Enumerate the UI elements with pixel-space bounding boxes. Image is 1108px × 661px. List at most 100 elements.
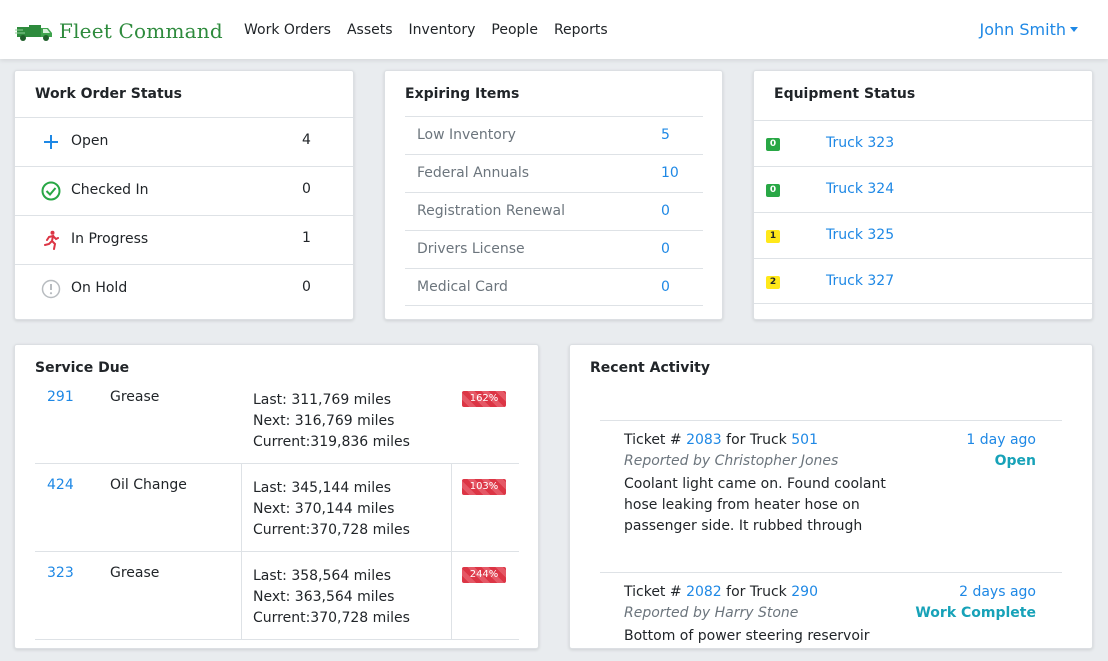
recent-activity-card: Recent Activity Ticket # 2083 for Truck … — [569, 344, 1093, 649]
nav-inventory[interactable]: Inventory — [409, 22, 476, 38]
wo-row-in-progress[interactable]: In Progress 1 — [15, 215, 353, 264]
for-truck-text: for Truck — [726, 584, 787, 600]
overdue-percent-badge: 244% — [462, 567, 506, 583]
column-divider — [451, 463, 452, 639]
wo-count: 0 — [302, 181, 311, 197]
equipment-status-card: Equipment Status 0 Truck 323 0 Truck 324… — [753, 70, 1093, 320]
unit-link[interactable]: 291 — [47, 389, 74, 405]
plus-icon — [41, 132, 61, 152]
expiring-label: Federal Annuals — [417, 165, 530, 181]
ticket-line: Ticket # 2082 for Truck 290 — [624, 584, 818, 600]
row-divider — [35, 463, 519, 464]
ticket-link[interactable]: 2082 — [686, 584, 722, 600]
reported-by: Reported by Christopher Jones — [624, 453, 839, 469]
activity-description: Coolant light came on. Found coolant hos… — [624, 476, 886, 534]
row-divider — [35, 551, 519, 552]
equipment-status-badge: 0 — [766, 184, 780, 197]
expiring-row: Medical Card 0 — [405, 268, 703, 306]
expiring-row: Registration Renewal 0 — [405, 192, 703, 230]
nav-people[interactable]: People — [491, 22, 538, 38]
activity-status: Work Complete — [915, 605, 1036, 621]
activity-description: Bottom of power steering reservoir — [624, 628, 870, 644]
activity-divider — [600, 572, 1062, 573]
brand-logo[interactable]: Fleet Command — [15, 17, 223, 45]
truck-link[interactable]: Truck 323 — [826, 135, 894, 151]
activity-time: 1 day ago — [966, 432, 1036, 448]
mileage-info: Last: 358,564 miles Next: 363,564 miles … — [253, 566, 410, 629]
expiring-label: Medical Card — [417, 279, 508, 295]
wo-label: On Hold — [71, 280, 128, 296]
equipment-status-badge: 1 — [766, 230, 780, 243]
next-miles: Next: 316,769 miles — [253, 413, 395, 429]
wo-count: 4 — [302, 132, 311, 148]
work-order-status-card: Work Order Status Open 4 Checked In 0 In… — [14, 70, 354, 320]
expiring-count-link[interactable]: 5 — [661, 127, 670, 143]
equipment-row: 1 Truck 325 — [754, 212, 1092, 258]
user-menu-dropdown[interactable]: John Smith — [980, 20, 1078, 39]
expiring-count-link[interactable]: 10 — [661, 165, 679, 181]
service-row: 323 Grease Last: 358,564 miles Next: 363… — [35, 563, 519, 648]
expiring-count-link[interactable]: 0 — [661, 241, 670, 257]
truck-link[interactable]: 290 — [791, 584, 818, 600]
activity-divider — [600, 420, 1062, 421]
expiring-row: Federal Annuals 10 — [405, 154, 703, 192]
wo-count: 0 — [302, 279, 311, 295]
expiring-count-link[interactable]: 0 — [661, 203, 670, 219]
unit-link[interactable]: 323 — [47, 565, 74, 581]
last-miles: Last: 358,564 miles — [253, 568, 391, 584]
current-miles: Current:319,836 miles — [253, 434, 410, 450]
equipment-row: 0 Truck 324 — [754, 166, 1092, 212]
wo-row-open[interactable]: Open 4 — [15, 117, 353, 166]
expiring-label: Low Inventory — [417, 127, 516, 143]
card-title: Recent Activity — [590, 360, 710, 376]
activity-item: Ticket # 2083 for Truck 501 Reported by … — [600, 420, 1062, 572]
service-type: Grease — [110, 389, 160, 405]
brand-name: Fleet Command — [59, 19, 223, 43]
equipment-row: 0 Truck 323 — [754, 120, 1092, 166]
next-miles: Next: 370,144 miles — [253, 501, 395, 517]
truck-link[interactable]: 501 — [791, 432, 818, 448]
service-due-card: Service Due 291 Grease Last: 311,769 mil… — [14, 344, 539, 649]
truck-link[interactable]: Truck 327 — [826, 273, 894, 289]
chevron-down-icon — [1070, 27, 1078, 32]
equipment-status-badge: 2 — [766, 276, 780, 289]
wo-row-checked-in[interactable]: Checked In 0 — [15, 166, 353, 215]
service-type: Oil Change — [110, 477, 187, 493]
truck-link[interactable]: Truck 325 — [826, 227, 894, 243]
next-miles: Next: 363,564 miles — [253, 589, 395, 605]
last-miles: Last: 345,144 miles — [253, 480, 391, 496]
ticket-line: Ticket # 2083 for Truck 501 — [624, 432, 818, 448]
unit-link[interactable]: 424 — [47, 477, 74, 493]
wo-label: In Progress — [71, 231, 149, 247]
nav-work-orders[interactable]: Work Orders — [244, 22, 331, 38]
service-type: Grease — [110, 565, 160, 581]
for-truck-text: for Truck — [726, 432, 787, 448]
wo-row-on-hold[interactable]: On Hold 0 — [15, 264, 353, 313]
exclamation-circle-icon — [41, 279, 61, 299]
truck-link[interactable]: Truck 324 — [826, 181, 894, 197]
current-miles: Current:370,728 miles — [253, 610, 410, 626]
overdue-percent-badge: 103% — [462, 479, 506, 495]
card-title: Equipment Status — [774, 86, 916, 102]
main-nav: Work Orders Assets Inventory People Repo… — [244, 22, 624, 38]
expiring-items-card: Expiring Items Low Inventory 5 Federal A… — [384, 70, 723, 320]
user-name: John Smith — [979, 20, 1066, 39]
ticket-link[interactable]: 2083 — [686, 432, 722, 448]
top-navbar: Fleet Command Work Orders Assets Invento… — [0, 0, 1108, 59]
nav-assets[interactable]: Assets — [347, 22, 393, 38]
reported-by: Reported by Harry Stone — [624, 605, 799, 621]
row-divider — [35, 639, 519, 640]
column-divider — [241, 463, 242, 639]
mileage-info: Last: 311,769 miles Next: 316,769 miles … — [253, 390, 410, 453]
ticket-prefix: Ticket # — [624, 584, 682, 600]
mileage-info: Last: 345,144 miles Next: 370,144 miles … — [253, 478, 410, 541]
expiring-count-link[interactable]: 0 — [661, 279, 670, 295]
card-title: Work Order Status — [35, 86, 182, 102]
current-miles: Current:370,728 miles — [253, 522, 410, 538]
equipment-status-badge: 0 — [766, 138, 780, 151]
wo-label: Checked In — [71, 182, 149, 198]
nav-reports[interactable]: Reports — [554, 22, 608, 38]
service-row: 291 Grease Last: 311,769 miles Next: 316… — [35, 387, 519, 475]
wo-count: 1 — [302, 230, 311, 246]
activity-item: Ticket # 2082 for Truck 290 Reported by … — [600, 572, 1062, 648]
